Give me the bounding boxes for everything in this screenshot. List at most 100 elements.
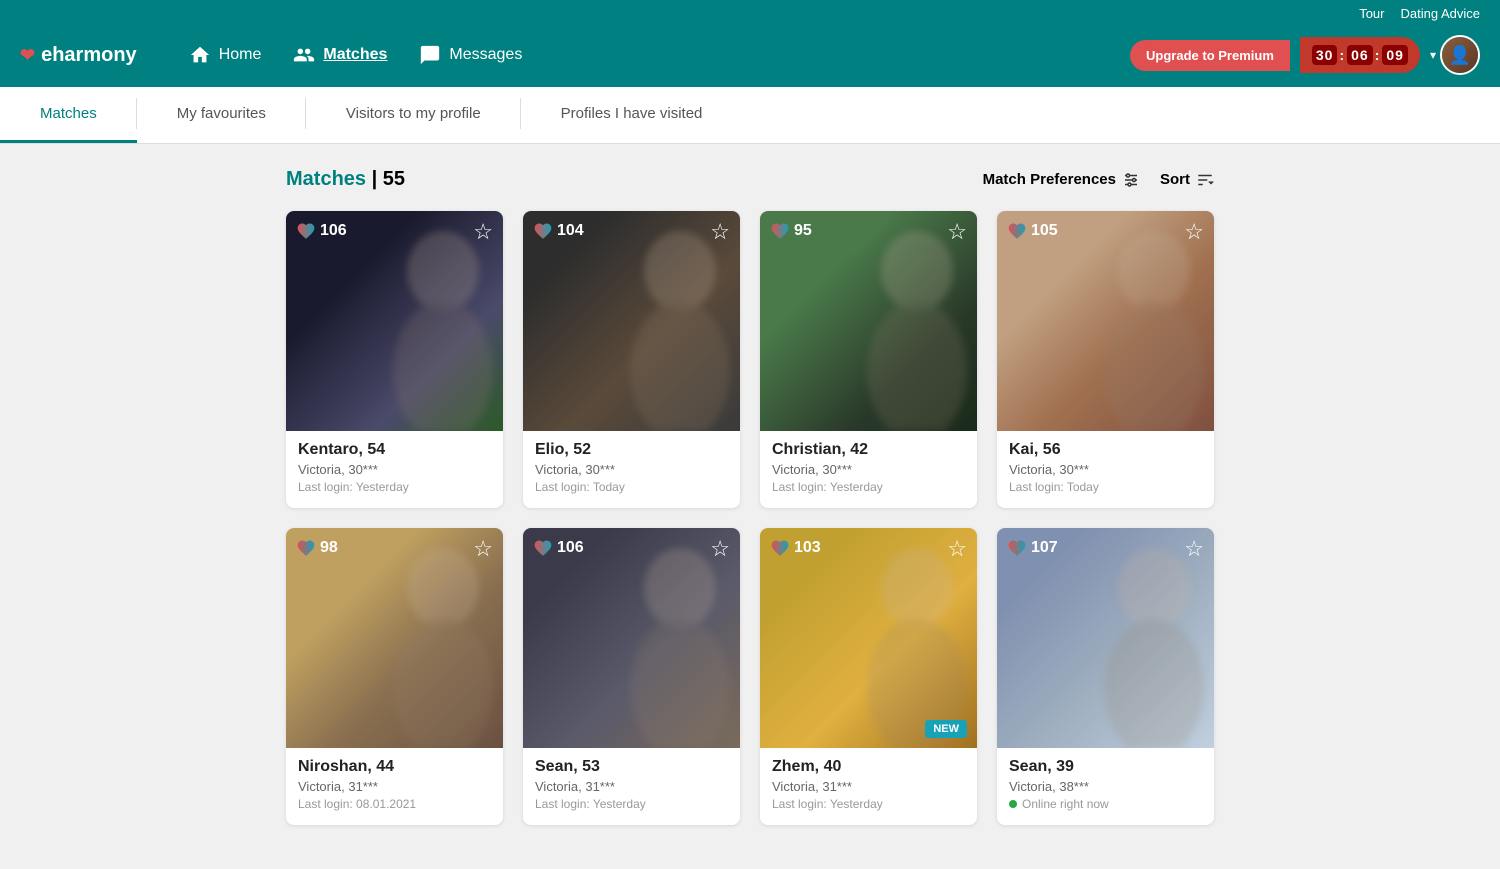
card-image-wrap: 104 ☆ xyxy=(523,211,740,431)
sort-button[interactable]: Sort xyxy=(1160,171,1214,189)
heart-icon xyxy=(770,538,790,558)
card-name: Christian, 42 xyxy=(772,441,965,459)
card-image-wrap: 106 ☆ xyxy=(523,528,740,748)
card-image-wrap: 107 ☆ xyxy=(997,528,1214,748)
match-card[interactable]: 106 ☆ Kentaro, 54 Victoria, 30*** Last l… xyxy=(286,211,503,508)
match-card[interactable]: 95 ☆ Christian, 42 Victoria, 30*** Last … xyxy=(760,211,977,508)
card-location: Victoria, 31*** xyxy=(298,779,491,794)
matches-count: 55 xyxy=(383,168,405,190)
matches-actions: Match Preferences Sort xyxy=(983,171,1214,189)
logo-icon: ❤ xyxy=(20,45,35,66)
online-dot xyxy=(1009,800,1017,808)
card-login: Last login: 08.01.2021 xyxy=(298,797,491,811)
matches-nav[interactable]: Matches xyxy=(293,44,387,66)
card-image-wrap: 106 ☆ xyxy=(286,211,503,431)
match-card[interactable]: 106 ☆ Sean, 53 Victoria, 31*** Last logi… xyxy=(523,528,740,825)
card-name: Kai, 56 xyxy=(1009,441,1202,459)
favorite-star[interactable]: ☆ xyxy=(1184,219,1204,245)
favorite-star[interactable]: ☆ xyxy=(947,219,967,245)
card-login: Last login: Yesterday xyxy=(298,480,491,494)
card-name: Elio, 52 xyxy=(535,441,728,459)
avatar: 👤 xyxy=(1440,35,1480,75)
upgrade-button[interactable]: Upgrade to Premium xyxy=(1130,40,1290,71)
match-card[interactable]: 98 ☆ Niroshan, 44 Victoria, 31*** Last l… xyxy=(286,528,503,825)
favorite-star[interactable]: ☆ xyxy=(710,536,730,562)
match-preferences-button[interactable]: Match Preferences xyxy=(983,171,1140,189)
card-name: Kentaro, 54 xyxy=(298,441,491,459)
logo-text: eharmony xyxy=(41,44,137,67)
card-location: Victoria, 31*** xyxy=(535,779,728,794)
match-card[interactable]: 104 ☆ Elio, 52 Victoria, 30*** Last logi… xyxy=(523,211,740,508)
avatar-image: 👤 xyxy=(1442,37,1478,73)
heart-icon xyxy=(770,221,790,241)
tour-link[interactable]: Tour xyxy=(1359,6,1384,21)
card-location: Victoria, 30*** xyxy=(298,462,491,477)
card-login: Last login: Yesterday xyxy=(535,797,728,811)
favorite-star[interactable]: ☆ xyxy=(473,536,493,562)
card-login: Last login: Yesterday xyxy=(772,480,965,494)
favorite-star[interactable]: ☆ xyxy=(1184,536,1204,562)
card-location: Victoria, 31*** xyxy=(772,779,965,794)
tab-visitors[interactable]: Visitors to my profile xyxy=(306,87,521,143)
favorite-star[interactable]: ☆ xyxy=(473,219,493,245)
chevron-down-icon: ▾ xyxy=(1430,48,1436,62)
card-login: Last login: Yesterday xyxy=(772,797,965,811)
cards-grid: 106 ☆ Kentaro, 54 Victoria, 30*** Last l… xyxy=(286,211,1214,825)
tab-matches[interactable]: Matches xyxy=(0,87,137,143)
match-card[interactable]: 105 ☆ Kai, 56 Victoria, 30*** Last login… xyxy=(997,211,1214,508)
nav-bar: ❤ eharmony Home Matches Messages Upgrade… xyxy=(20,27,1480,87)
matches-title: Matches | 55 xyxy=(286,168,405,191)
messages-nav[interactable]: Messages xyxy=(419,44,522,66)
card-photo xyxy=(523,211,740,431)
favorite-star[interactable]: ☆ xyxy=(947,536,967,562)
card-score: 105 xyxy=(1007,221,1058,241)
tab-favourites[interactable]: My favourites xyxy=(137,87,306,143)
new-badge: NEW xyxy=(925,720,967,738)
card-image-wrap: 105 ☆ xyxy=(997,211,1214,431)
card-image-wrap: 98 ☆ xyxy=(286,528,503,748)
card-location: Victoria, 30*** xyxy=(1009,462,1202,477)
tab-visited[interactable]: Profiles I have visited xyxy=(521,87,743,143)
heart-icon xyxy=(296,538,316,558)
top-links: Tour Dating Advice xyxy=(20,0,1480,27)
card-score: 95 xyxy=(770,221,812,241)
sub-nav: Matches My favourites Visitors to my pro… xyxy=(0,87,1500,144)
score-value: 98 xyxy=(320,539,338,557)
card-name: Sean, 39 xyxy=(1009,758,1202,776)
card-login: Online right now xyxy=(1009,797,1202,811)
match-card[interactable]: 107 ☆ Sean, 39 Victoria, 38*** Online ri… xyxy=(997,528,1214,825)
card-location: Victoria, 38*** xyxy=(1009,779,1202,794)
card-location: Victoria, 30*** xyxy=(535,462,728,477)
score-value: 106 xyxy=(320,222,347,240)
score-value: 104 xyxy=(557,222,584,240)
nav-right: Upgrade to Premium 30 : 06 : 09 ▾ 👤 xyxy=(1130,35,1480,75)
card-location: Victoria, 30*** xyxy=(772,462,965,477)
match-card[interactable]: 103 ☆ NEW Zhem, 40 Victoria, 31*** Last … xyxy=(760,528,977,825)
score-value: 103 xyxy=(794,539,821,557)
card-name: Zhem, 40 xyxy=(772,758,965,776)
heart-icon xyxy=(296,221,316,241)
card-name: Sean, 53 xyxy=(535,758,728,776)
card-info: Kentaro, 54 Victoria, 30*** Last login: … xyxy=(286,431,503,508)
home-nav[interactable]: Home xyxy=(189,44,262,66)
card-info: Christian, 42 Victoria, 30*** Last login… xyxy=(760,431,977,508)
timer-seconds: 09 xyxy=(1382,45,1408,65)
card-image-wrap: 95 ☆ xyxy=(760,211,977,431)
timer-minutes: 06 xyxy=(1347,45,1373,65)
dating-advice-link[interactable]: Dating Advice xyxy=(1401,6,1481,21)
card-score: 107 xyxy=(1007,538,1058,558)
matches-header: Matches | 55 Match Preferences Sort xyxy=(286,168,1214,191)
logo[interactable]: ❤ eharmony xyxy=(20,44,137,67)
score-value: 105 xyxy=(1031,222,1058,240)
card-photo xyxy=(523,528,740,748)
favorite-star[interactable]: ☆ xyxy=(710,219,730,245)
card-image-wrap: 103 ☆ NEW xyxy=(760,528,977,748)
score-value: 106 xyxy=(557,539,584,557)
user-avatar-button[interactable]: ▾ 👤 xyxy=(1430,35,1480,75)
card-photo xyxy=(997,528,1214,748)
card-login: Last login: Today xyxy=(1009,480,1202,494)
card-info: Niroshan, 44 Victoria, 31*** Last login:… xyxy=(286,748,503,825)
card-photo xyxy=(997,211,1214,431)
heart-icon xyxy=(533,538,553,558)
matches-separator: | xyxy=(372,168,383,190)
